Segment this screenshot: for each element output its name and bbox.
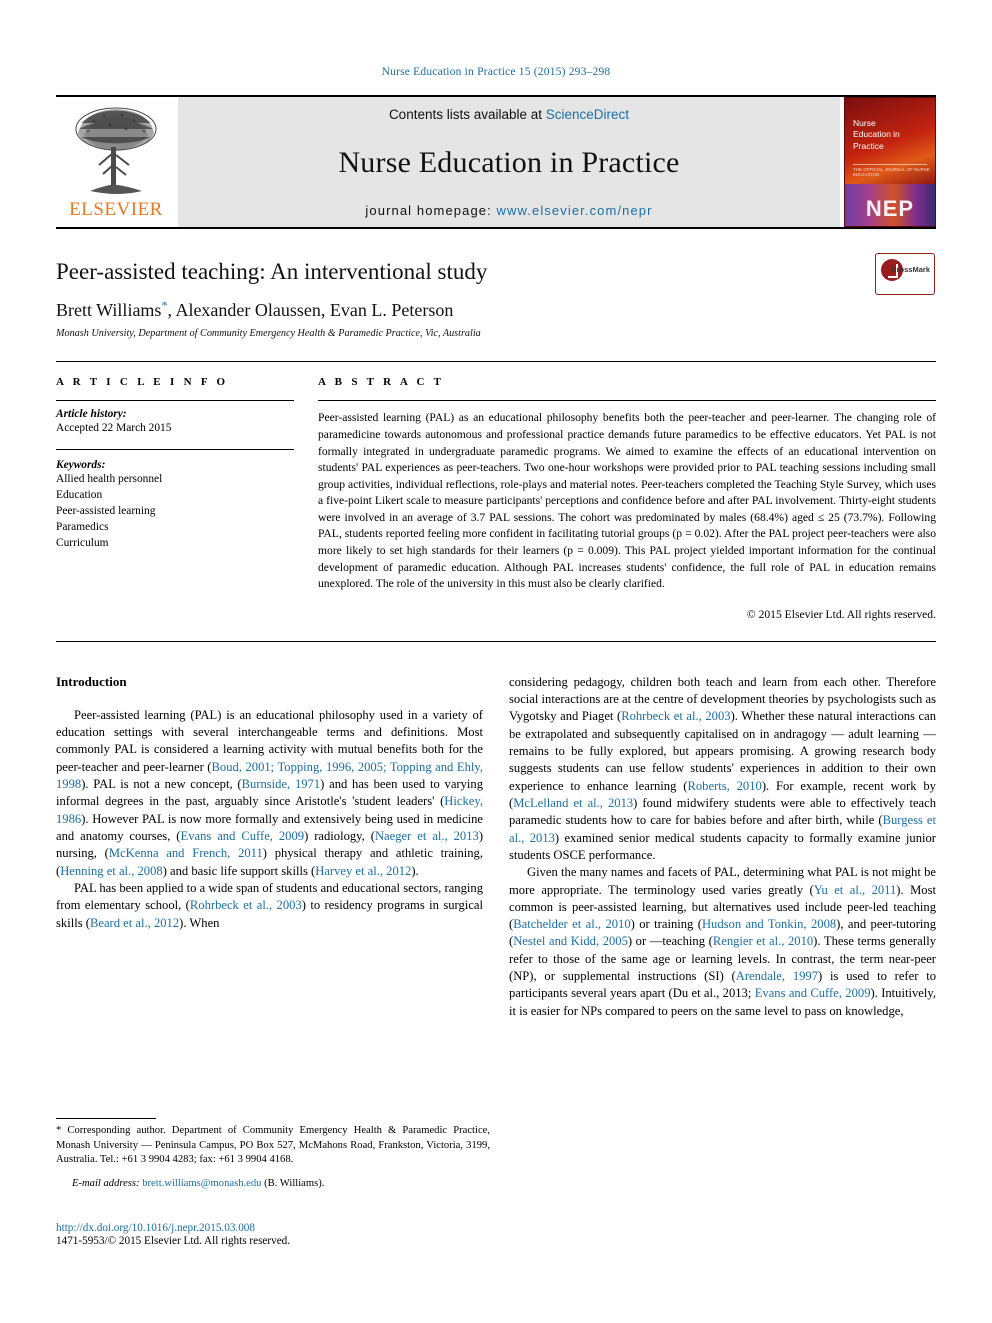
keywords-label: Keywords: xyxy=(56,458,106,471)
contents-prefix: Contents lists available at xyxy=(388,107,546,122)
page-title: Peer-assisted teaching: An interventiona… xyxy=(56,259,488,284)
inline-reference-link[interactable]: Arendale, 1997 xyxy=(736,969,818,983)
corresponding-author-marker: * xyxy=(161,298,168,313)
title-block: Peer-assisted teaching: An interventiona… xyxy=(56,253,936,340)
keyword-item: Allied health personnel xyxy=(56,472,163,485)
article-history-block: Article history: Accepted 22 March 2015 xyxy=(56,408,294,436)
cover-subtitle: THE OFFICIAL JOURNAL OF NURSE EDUCATION xyxy=(853,167,930,177)
footnote-rule xyxy=(56,1118,156,1119)
journal-cover-thumbnail: Nurse Education in Practice THE OFFICIAL… xyxy=(844,97,936,227)
crossmark-label: CrossMark xyxy=(891,265,930,274)
paragraph: considering pedagogy, children both teac… xyxy=(509,674,937,862)
crossmark-badge[interactable]: CrossMark xyxy=(874,253,936,295)
body-columns: Introduction Peer-assisted learning (PAL… xyxy=(56,674,936,1020)
issn-copyright-line: 1471-5953/© 2015 Elsevier Ltd. All right… xyxy=(56,1235,291,1247)
cover-title-line-1: Nurse xyxy=(853,118,876,128)
body-column-left: Introduction Peer-assisted learning (PAL… xyxy=(56,674,483,1020)
keyword-item: Paramedics xyxy=(56,521,109,534)
inline-reference-link[interactable]: Nestel and Kidd, 2005 xyxy=(513,934,628,948)
crossmark-box: CrossMark xyxy=(875,253,935,295)
abstract-heading: A B S T R A C T xyxy=(318,376,445,389)
corresponding-author-note: * Corresponding author. Department of Co… xyxy=(56,1125,490,1165)
inline-reference-link[interactable]: Rohrbeck et al., 2003 xyxy=(621,709,730,723)
abstract-copyright: © 2015 Elsevier Ltd. All rights reserved… xyxy=(746,607,936,621)
article-history-value: Accepted 22 March 2015 xyxy=(56,422,172,435)
paragraph: PAL has been applied to a wide span of s… xyxy=(56,880,483,930)
running-head: Nurse Education in Practice 15 (2015) 29… xyxy=(381,66,611,78)
journal-masthead: ELSEVIER Contents lists available at Sci… xyxy=(56,95,936,227)
cover-badge: NEP xyxy=(865,196,915,221)
homepage-label: journal homepage: xyxy=(365,203,497,218)
inline-reference-link[interactable]: Rengier et al., 2010 xyxy=(713,934,813,948)
doi-block: http://dx.doi.org/10.1016/j.nepr.2015.03… xyxy=(56,1222,490,1247)
keyword-item: Education xyxy=(56,488,103,501)
inline-reference-link[interactable]: Rohrbeck et al., 2003 xyxy=(190,898,302,912)
email-attribution: (B. Williams). xyxy=(264,1177,325,1189)
author-names: Brett Williams*, Alexander Olaussen, Eva… xyxy=(56,298,454,321)
sciencedirect-link[interactable]: ScienceDirect xyxy=(546,107,629,122)
email-note: E-mail address: brett.williams@monash.ed… xyxy=(56,1178,490,1189)
inline-reference-link[interactable]: Hickey, 1986 xyxy=(56,794,483,825)
cover-title-line-3: Practice xyxy=(853,140,884,151)
inline-reference-link[interactable]: McLelland et al., 2013 xyxy=(513,796,633,810)
inline-reference-link[interactable]: Yu et al., 2011 xyxy=(814,883,897,897)
masthead-bottom-rule xyxy=(56,227,936,229)
inline-reference-link[interactable]: Naeger et al., 2013 xyxy=(375,829,479,843)
inline-reference-link[interactable]: Roberts, 2010 xyxy=(687,779,761,793)
inline-reference-link[interactable]: Hudson and Tonkin, 2008 xyxy=(702,917,836,931)
author-list: Brett Williams*, Alexander Olaussen, Eva… xyxy=(56,298,936,321)
abstract-text: Peer-assisted learning (PAL) as an educa… xyxy=(318,411,936,591)
email-link[interactable]: brett.williams@monash.edu xyxy=(142,1178,261,1189)
affiliation: Monash University, Department of Communi… xyxy=(56,328,481,340)
inline-reference-link[interactable]: McKenna and French, 2011 xyxy=(109,846,263,860)
journal-homepage-line: journal homepage: www.elsevier.com/nepr xyxy=(365,203,652,218)
inline-reference-link[interactable]: Henning et al., 2008 xyxy=(60,864,162,878)
elsevier-tree-icon xyxy=(75,107,157,194)
article-info-rule-top xyxy=(56,400,294,402)
article-history-label: Article history: xyxy=(56,408,127,421)
keyword-item: Curriculum xyxy=(56,537,109,550)
paragraph: Given the many names and facets of PAL, … xyxy=(509,865,937,1018)
article-info-rule-mid xyxy=(56,448,294,450)
doi-link[interactable]: http://dx.doi.org/10.1016/j.nepr.2015.03… xyxy=(56,1222,490,1234)
footnote-block: * Corresponding author. Department of Co… xyxy=(56,1118,490,1189)
abstract-rule xyxy=(318,400,936,402)
homepage-url-link[interactable]: www.elsevier.com/nepr xyxy=(497,203,653,218)
cover-title: Nurse Education in Practice xyxy=(853,118,900,152)
article-page: Nurse Education in Practice 15 (2015) 29… xyxy=(0,0,992,1323)
article-info-column: A R T I C L E I N F O Article history: A… xyxy=(56,376,294,620)
journal-title: Nurse Education in Practice xyxy=(338,145,680,179)
cover-divider xyxy=(853,164,927,165)
article-info-heading: A R T I C L E I N F O xyxy=(56,376,229,389)
inline-reference-link[interactable]: Batchelder et al., 2010 xyxy=(513,917,630,931)
inline-reference-link[interactable]: Evans and Cuffe, 2009 xyxy=(181,829,305,843)
abstract-column: A B S T R A C T Peer-assisted learning (… xyxy=(318,376,936,621)
cover-title-line-2: Education in xyxy=(853,129,900,140)
keyword-item: Peer-assisted learning xyxy=(56,505,156,517)
keywords-block: Keywords: Allied health personnel Educat… xyxy=(56,459,294,552)
elsevier-wordmark: ELSEVIER xyxy=(69,199,163,220)
elsevier-logo: ELSEVIER xyxy=(56,97,176,227)
email-label: E-mail address: xyxy=(72,1177,140,1189)
inline-reference-link[interactable]: Burnside, 1971 xyxy=(242,777,321,791)
inline-reference-link[interactable]: Evans and Cuffe, 2009 xyxy=(755,986,871,1000)
info-abstract-section: A R T I C L E I N F O Article history: A… xyxy=(56,361,936,621)
contents-available-line: Contents lists available at ScienceDirec… xyxy=(389,107,629,122)
inline-reference-link[interactable]: Harvey et al., 2012 xyxy=(315,864,411,878)
section-heading-introduction: Introduction xyxy=(56,673,127,689)
inline-reference-link[interactable]: Burgess et al., 2013 xyxy=(509,813,936,844)
inline-reference-link[interactable]: Beard et al., 2012 xyxy=(90,916,179,930)
masthead-banner: Contents lists available at ScienceDirec… xyxy=(178,97,840,227)
body-column-right: considering pedagogy, children both teac… xyxy=(509,674,936,1020)
body-top-rule xyxy=(56,640,936,642)
paragraph: Peer-assisted learning (PAL) is an educa… xyxy=(56,707,484,878)
